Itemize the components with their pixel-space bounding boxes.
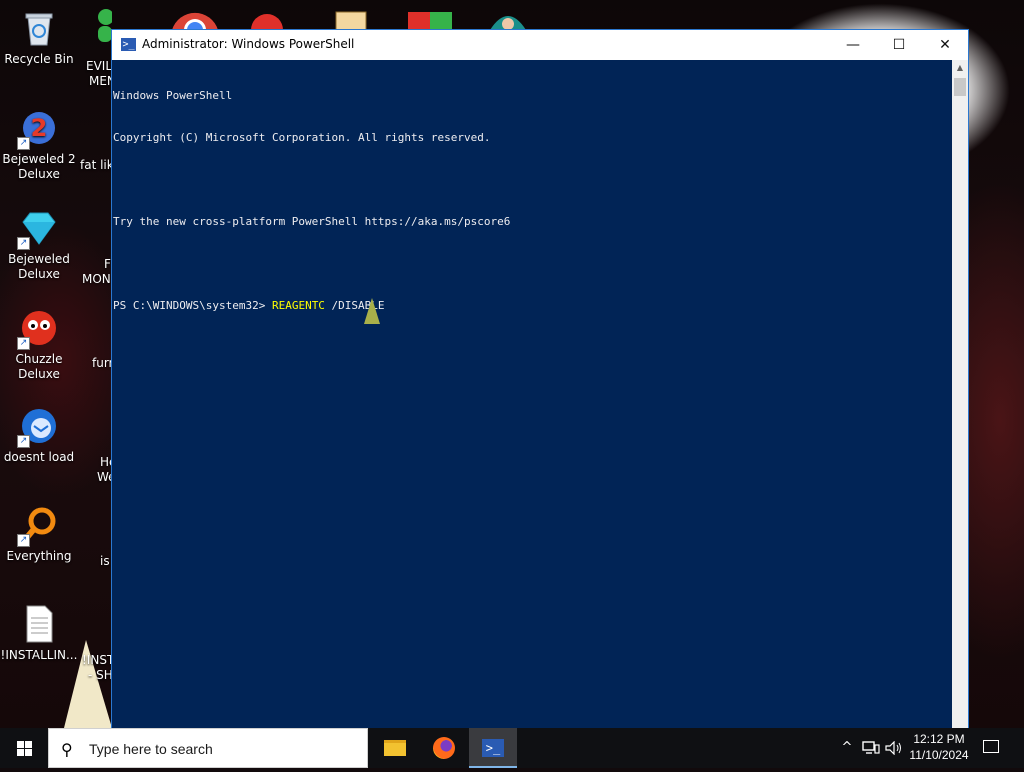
taskbar-app-powershell[interactable]: >_ bbox=[469, 728, 517, 768]
powershell-icon: >_ bbox=[482, 739, 504, 757]
console-line: Windows PowerShell bbox=[113, 89, 233, 102]
clock-date: 11/10/2024 bbox=[909, 748, 969, 762]
close-button[interactable]: ✕ bbox=[922, 30, 968, 60]
app-shortcut-icon bbox=[335, 11, 367, 30]
clock-time: 12:12 PM bbox=[913, 732, 965, 746]
console-command: REAGENTC bbox=[271, 299, 325, 312]
network-icon[interactable] bbox=[860, 728, 882, 768]
windows-logo-icon bbox=[17, 741, 32, 756]
console-prompt: PS C:\WINDOWS\system32> bbox=[113, 299, 272, 312]
desktop-icon-label: Everything bbox=[6, 549, 72, 563]
window-titlebar[interactable]: >_ Administrator: Windows PowerShell — ☐… bbox=[112, 30, 968, 60]
taskbar-search-box[interactable]: ⚲ Type here to search bbox=[48, 728, 368, 768]
desktop-icon-bejeweled[interactable]: ↗ Bejeweled Deluxe bbox=[0, 208, 78, 282]
anime-character-icon bbox=[490, 16, 526, 30]
desktop-icon-bejeweled-2[interactable]: 2 ↗ Bejeweled 2 Deluxe bbox=[0, 108, 78, 182]
desktop-icon-chuzzle[interactable]: ↗ Chuzzle Deluxe bbox=[0, 308, 78, 382]
window-title: Administrator: Windows PowerShell bbox=[142, 37, 355, 51]
taskbar-app-firefox[interactable] bbox=[420, 728, 468, 768]
desktop-icon-label-partial: is bbox=[100, 554, 110, 568]
notification-center-icon[interactable] bbox=[983, 740, 999, 753]
desktop-icon-recycle-bin[interactable]: Recycle Bin bbox=[0, 8, 78, 67]
everything-search-icon: ↗ bbox=[17, 505, 59, 547]
desktop-icon-doesnt-load[interactable]: ↗ doesnt load bbox=[0, 406, 78, 465]
shortcut-arrow-icon: ↗ bbox=[17, 237, 30, 250]
desktop-icon-label: !INSTALLIN... bbox=[0, 648, 78, 662]
recycle-bin-icon bbox=[19, 8, 59, 48]
minimize-button[interactable]: — bbox=[830, 30, 876, 60]
taskbar-clock[interactable]: 12:12 PM 11/10/2024 bbox=[906, 731, 972, 763]
search-placeholder: Type here to search bbox=[89, 741, 213, 757]
shortcut-arrow-icon: ↗ bbox=[17, 337, 30, 350]
desktop-icon-label: doesnt load bbox=[3, 450, 75, 464]
svg-text:2: 2 bbox=[31, 114, 48, 142]
search-icon: ⚲ bbox=[61, 740, 73, 759]
firefox-icon bbox=[433, 737, 455, 759]
shortcut-arrow-icon: ↗ bbox=[17, 534, 30, 547]
text-file-icon bbox=[19, 604, 59, 644]
thunderbird-icon: ↗ bbox=[17, 406, 59, 448]
scrollbar-thumb[interactable] bbox=[954, 78, 966, 96]
start-button[interactable] bbox=[0, 728, 48, 768]
chuzzle-icon: ↗ bbox=[17, 308, 59, 350]
console-line: Copyright (C) Microsoft Corporation. All… bbox=[113, 131, 491, 144]
console-output[interactable]: Windows PowerShell Copyright (C) Microso… bbox=[112, 60, 952, 728]
volume-icon[interactable] bbox=[884, 728, 904, 768]
mouse-cursor-icon bbox=[364, 298, 380, 324]
powershell-window[interactable]: >_ Administrator: Windows PowerShell — ☐… bbox=[111, 29, 969, 729]
vertical-scrollbar[interactable]: ▲ bbox=[952, 60, 968, 728]
shortcut-arrow-icon: ↗ bbox=[17, 435, 30, 448]
opera-icon bbox=[251, 14, 283, 30]
desktop-icon-label: Chuzzle Deluxe bbox=[15, 352, 63, 381]
folder-icon bbox=[384, 740, 406, 756]
chevron-up-icon[interactable]: ^ bbox=[838, 728, 856, 768]
powershell-icon: >_ bbox=[121, 38, 136, 51]
desktop-icon-label: Bejeweled 2 Deluxe bbox=[2, 152, 76, 181]
desktop-icon-label-partial: F bbox=[104, 257, 111, 271]
taskbar-app-file-explorer[interactable] bbox=[370, 728, 418, 768]
desktop-icon-label-partial: !INST bbox=[82, 653, 115, 667]
bejeweled-2-icon: 2 ↗ bbox=[17, 108, 59, 150]
desktop-icon-label-partial: - SH bbox=[88, 668, 113, 682]
maximize-button[interactable]: ☐ bbox=[876, 30, 922, 60]
chrome-icon bbox=[172, 12, 218, 30]
shield-icon bbox=[408, 12, 452, 30]
desktop-icon-label: Bejeweled Deluxe bbox=[8, 252, 70, 281]
console-line: Try the new cross-platform PowerShell ht… bbox=[113, 215, 511, 228]
user-group-icon bbox=[98, 9, 112, 42]
scroll-up-arrow-icon[interactable]: ▲ bbox=[952, 60, 968, 76]
console-prompt-line[interactable]: PS C:\WINDOWS\system32> REAGENTC /DISABL… bbox=[113, 299, 952, 313]
desktop-icon-installing[interactable]: !INSTALLIN... bbox=[0, 604, 78, 663]
diamond-icon: ↗ bbox=[17, 208, 59, 250]
desktop-icon-label-partial: EVIL bbox=[86, 59, 113, 73]
desktop-icon-everything[interactable]: ↗ Everything bbox=[0, 505, 78, 564]
desktop-icon-label-partial: MON bbox=[82, 272, 111, 286]
desktop-icon-label: Recycle Bin bbox=[4, 52, 74, 66]
taskbar: ⚲ Type here to search >_ ^ 12:12 PM 11/1… bbox=[0, 728, 1024, 768]
shortcut-arrow-icon: ↗ bbox=[17, 137, 30, 150]
